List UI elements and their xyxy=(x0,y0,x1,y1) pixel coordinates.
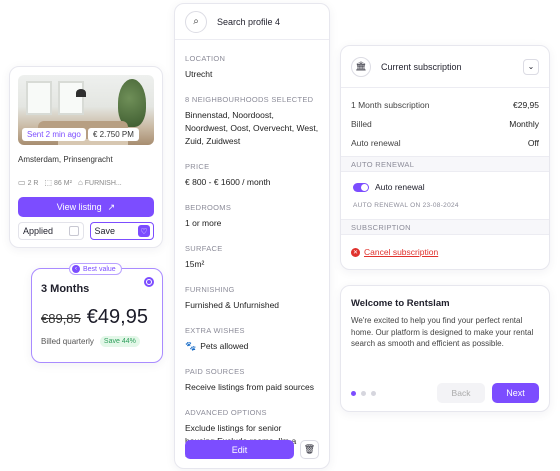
sofa-icon: ⌂ xyxy=(77,178,83,187)
door-icon: ▭ xyxy=(18,178,26,187)
plant-decor xyxy=(118,79,146,127)
back-label: Back xyxy=(451,388,471,398)
rooms-value: 2 R xyxy=(27,180,39,187)
extra-wishes-value: Pets allowed xyxy=(200,341,249,351)
billed-value: Monthly xyxy=(509,119,539,129)
bedrooms-value: 1 or more xyxy=(185,218,222,228)
pricing-plan-card[interactable]: ‹ Best value 3 Months €89,85 €49,95 Bill… xyxy=(31,263,163,363)
page-dot[interactable] xyxy=(371,390,376,396)
listing-address: Amsterdam, Prinsengracht xyxy=(18,155,113,164)
page-dot[interactable] xyxy=(361,390,366,396)
bank-icon: 🏛 xyxy=(351,56,371,77)
listing-card: Sent 2 min ago € 2.750 PM Amsterdam, Pri… xyxy=(9,66,163,248)
price-value: € 800 - € 1600 / month xyxy=(185,177,271,187)
applied-label: Applied xyxy=(23,226,54,236)
subscription-section: SUBSCRIPTION xyxy=(341,219,549,235)
view-listing-button[interactable]: View listing ↗ xyxy=(18,197,154,217)
location-value: Utrecht xyxy=(185,69,213,79)
billed-row: Billed Monthly xyxy=(341,119,549,129)
window-decor xyxy=(58,81,84,115)
view-listing-label: View listing xyxy=(56,202,102,212)
surface-value: 15m² xyxy=(185,259,205,269)
page-dot[interactable] xyxy=(351,390,356,396)
applied-checkbox[interactable]: Applied xyxy=(18,222,84,240)
best-value-label: Best value xyxy=(83,265,116,273)
arrow-up-right-icon: ↗ xyxy=(107,201,116,212)
auto-renewal-value: Off xyxy=(527,138,539,148)
welcome-title: Welcome to Rentslam xyxy=(351,298,450,309)
size-value: 86 M² xyxy=(54,180,72,187)
plan-row: 1 Month subscription €29,95 xyxy=(341,100,549,110)
next-label: Next xyxy=(506,388,525,398)
sent-badge: Sent 2 min ago xyxy=(22,128,86,141)
search-icon: ⌕ xyxy=(185,10,207,33)
area-icon: ⬚ xyxy=(44,178,53,187)
plan-price: €29,95 xyxy=(513,100,539,110)
extra-wishes-row: 🐾 Pets allowed xyxy=(185,340,319,353)
chevron-down-icon[interactable]: ⌄ xyxy=(523,58,539,75)
welcome-body: We're excited to help you find your perf… xyxy=(351,316,534,348)
subscription-title: Current subscription xyxy=(381,61,462,72)
auto-renewal-toggle-label: Auto renewal xyxy=(375,182,425,192)
paw-icon: 🐾 xyxy=(185,341,197,351)
save-label: Save xyxy=(94,226,116,236)
best-value-badge: ‹ Best value xyxy=(69,263,122,275)
price-badge: € 2.750 PM xyxy=(88,128,139,141)
search-profile-card: ⌕ Search profile 4 LOCATION Utrecht 8 NE… xyxy=(174,3,330,469)
auto-renewal-toggle[interactable] xyxy=(353,182,369,192)
trash-icon: 🗑 xyxy=(303,444,316,454)
edit-button[interactable]: Edit xyxy=(185,440,294,459)
renewal-date: AUTO RENEWAL ON 23-08-2024 xyxy=(353,202,459,209)
listing-features: ▭ 2 R ⬚ 86 M² ⌂ FURNISH... xyxy=(18,178,154,187)
furnishing-value: Furnished & Unfurnished xyxy=(185,300,280,310)
save-button[interactable]: Save ♡ xyxy=(89,222,154,240)
lamp-decor xyxy=(76,89,86,97)
furnishing-label: FURNISHING xyxy=(185,285,235,294)
heart-icon: ♡ xyxy=(138,225,150,237)
back-button[interactable]: Back xyxy=(437,383,485,403)
neighbourhoods-value: Binnenstad, Noordoost, Noordwest, Oost, … xyxy=(185,110,319,146)
subscription-card: 🏛 Current subscription ⌄ 1 Month subscri… xyxy=(340,45,550,270)
price-label: PRICE xyxy=(185,162,210,171)
discount-badge: Save 44% xyxy=(99,336,140,347)
extra-wishes-label: EXTRA WISHES xyxy=(185,326,245,335)
listing-photo[interactable]: Sent 2 min ago € 2.750 PM xyxy=(18,75,154,145)
advanced-options-label: ADVANCED OPTIONS xyxy=(185,408,267,417)
neighbourhoods-label: 8 NEIGHBOURHOODS SELECTED xyxy=(185,95,314,104)
bedrooms-label: BEDROOMS xyxy=(185,203,232,212)
billed-key: Billed xyxy=(351,119,372,129)
delete-button[interactable]: 🗑 xyxy=(300,440,319,459)
cancel-subscription-link[interactable]: ✕ Cancel subscription xyxy=(341,247,549,257)
paid-sources-value: Receive listings from paid sources xyxy=(185,382,314,392)
location-label: LOCATION xyxy=(185,54,226,63)
auto-renewal-row: Auto renewal Off xyxy=(341,138,549,148)
paid-sources-label: PAID SOURCES xyxy=(185,367,245,376)
welcome-card: Welcome to Rentslam We're excited to hel… xyxy=(340,285,550,412)
search-profile-title: Search profile 4 xyxy=(217,16,281,27)
plan-radio[interactable] xyxy=(144,277,154,287)
close-icon: ✕ xyxy=(351,247,360,257)
auto-renewal-key: Auto renewal xyxy=(351,138,401,148)
old-price: €89,85 xyxy=(41,311,81,326)
furnished-value: FURNISH... xyxy=(84,180,122,187)
billing-period: Billed quarterly xyxy=(41,337,94,346)
plan-duration: 3 Months xyxy=(41,283,90,295)
next-button[interactable]: Next xyxy=(492,383,539,403)
star-icon: ‹ xyxy=(72,265,80,273)
cancel-subscription-label: Cancel subscription xyxy=(364,247,439,257)
plan-name: 1 Month subscription xyxy=(351,100,430,110)
surface-label: SURFACE xyxy=(185,244,223,253)
window-decor xyxy=(26,81,52,115)
pagination-dots xyxy=(351,390,437,396)
auto-renewal-section: AUTO RENEWAL xyxy=(341,156,549,172)
new-price: €49,95 xyxy=(86,306,148,328)
edit-label: Edit xyxy=(231,444,248,455)
checkbox-icon xyxy=(68,226,79,236)
